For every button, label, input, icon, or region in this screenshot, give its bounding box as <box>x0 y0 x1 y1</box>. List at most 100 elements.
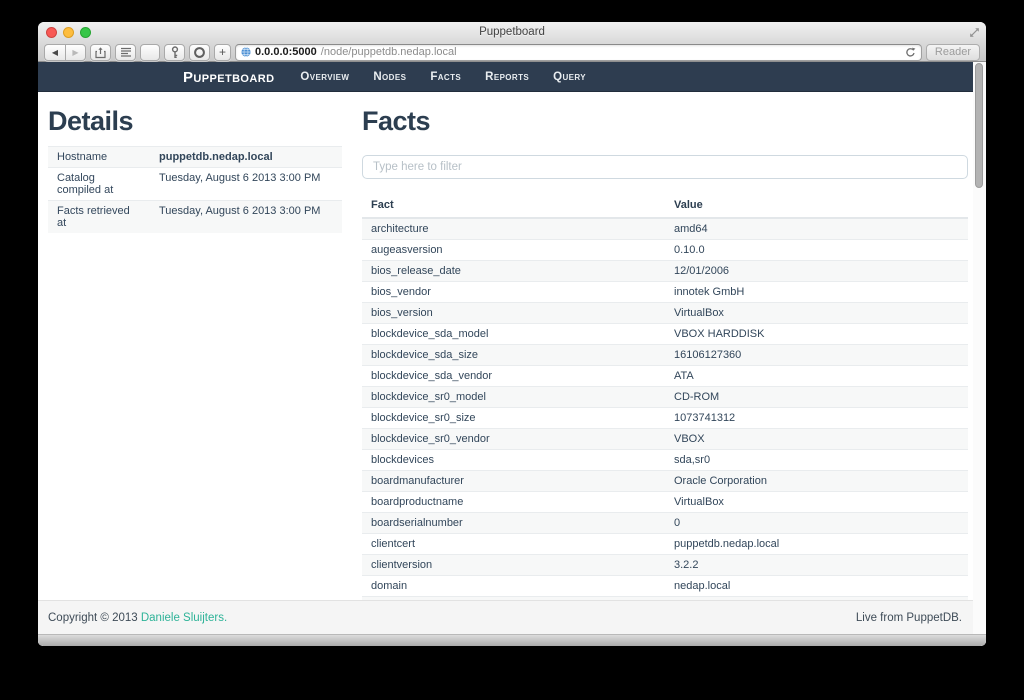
back-button[interactable]: ◀ <box>44 44 65 61</box>
nav-item: Facts <box>418 71 473 83</box>
fact-value: VirtualBox <box>665 303 968 324</box>
fact-name: clientcert <box>362 534 665 555</box>
fact-value: 1073741312 <box>665 408 968 429</box>
facts-header-row: Fact Value <box>362 195 968 218</box>
fact-name: facterversion <box>362 597 665 601</box>
fact-row: blockdevice_sr0_size 1073741312 <box>362 408 968 429</box>
fact-row: boardmanufacturer Oracle Corporation <box>362 471 968 492</box>
fact-value: puppetdb.nedap.local <box>665 534 968 555</box>
fact-value: sda,sr0 <box>665 450 968 471</box>
reading-list-icon[interactable] <box>115 44 136 61</box>
facts-section: Facts Fact Value <box>362 92 968 600</box>
navbar: Puppetboard Overview Nodes Facts Reports… <box>38 62 986 92</box>
fact-row: bios_vendor innotek GmbH <box>362 282 968 303</box>
fact-value: 0.10.0 <box>665 240 968 261</box>
nav-link[interactable]: Facts <box>418 71 473 83</box>
scrollbar-thumb[interactable] <box>975 63 983 188</box>
fact-row: clientversion 3.2.2 <box>362 555 968 576</box>
fact-name: boardserialnumber <box>362 513 665 534</box>
details-table: Hostname puppetdb.nedap.local Catalog co… <box>48 146 342 233</box>
window-status-bar <box>38 634 986 646</box>
fact-name: augeasversion <box>362 240 665 261</box>
browser-chrome: Puppetboard ◀ ▶ <box>38 22 986 62</box>
details-value: puppetdb.nedap.local <box>150 147 342 168</box>
key-icon[interactable] <box>164 44 185 61</box>
fact-row: blockdevice_sr0_model CD-ROM <box>362 387 968 408</box>
nav-items: Overview Nodes Facts Reports Query <box>288 71 598 83</box>
fact-value: amd64 <box>665 218 968 240</box>
fact-row: blockdevice_sr0_vendor VBOX <box>362 429 968 450</box>
fact-name: bios_release_date <box>362 261 665 282</box>
toolbar: ◀ ▶ <box>38 42 986 62</box>
extension-ring-icon[interactable] <box>189 44 210 61</box>
address-bar[interactable]: 0.0.0.0:5000/node/puppetdb.nedap.local <box>235 44 922 61</box>
details-label: Hostname <box>48 147 150 168</box>
page-viewport: Puppetboard Overview Nodes Facts Reports… <box>38 62 986 646</box>
details-value: Tuesday, August 6 2013 3:00 PM <box>150 168 342 201</box>
fact-row: blockdevice_sda_model VBOX HARDDISK <box>362 324 968 345</box>
browser-window: Puppetboard ◀ ▶ <box>38 22 986 646</box>
nav-link[interactable]: Nodes <box>361 71 418 83</box>
copyright: Copyright © 2013 Daniele Sluijters. <box>48 612 227 624</box>
url-host: 0.0.0.0:5000 <box>255 46 317 58</box>
reader-button[interactable]: Reader <box>926 44 980 61</box>
fact-value: Oracle Corporation <box>665 471 968 492</box>
fact-name: blockdevice_sr0_vendor <box>362 429 665 450</box>
nav-link[interactable]: Overview <box>288 71 361 83</box>
fullscreen-icon[interactable] <box>969 27 980 38</box>
titlebar: Puppetboard <box>38 22 986 42</box>
fact-name: architecture <box>362 218 665 240</box>
fact-row: boardserialnumber 0 <box>362 513 968 534</box>
fact-value: nedap.local <box>665 576 968 597</box>
fact-value: 16106127360 <box>665 345 968 366</box>
nav-link[interactable]: Query <box>541 71 598 83</box>
fact-name: clientversion <box>362 555 665 576</box>
facts-table: Fact Value architecture amd64 <box>362 195 968 600</box>
fact-row: bios_version VirtualBox <box>362 303 968 324</box>
fact-row: augeasversion 0.10.0 <box>362 240 968 261</box>
fact-row: blockdevices sda,sr0 <box>362 450 968 471</box>
facts-col-fact: Fact <box>362 195 665 218</box>
fact-value: VirtualBox <box>665 492 968 513</box>
fact-name: blockdevices <box>362 450 665 471</box>
fact-value: innotek GmbH <box>665 282 968 303</box>
live-from-puppetdb: Live from PuppetDB. <box>856 612 962 624</box>
nav-item: Reports <box>473 71 541 83</box>
history-nav-group: ◀ ▶ <box>44 44 86 61</box>
navbar-brand[interactable]: Puppetboard <box>183 69 274 86</box>
site-favicon-globe-icon <box>241 47 251 57</box>
fact-row: domain nedap.local <box>362 576 968 597</box>
author-link[interactable]: Daniele Sluijters. <box>141 612 227 624</box>
share-button[interactable] <box>90 44 111 61</box>
details-row: Catalog compiled at Tuesday, August 6 20… <box>48 168 342 201</box>
fact-row: boardproductname VirtualBox <box>362 492 968 513</box>
fact-name: boardmanufacturer <box>362 471 665 492</box>
facts-title: Facts <box>362 106 968 137</box>
facts-filter-input[interactable] <box>362 155 968 179</box>
fact-value: VBOX <box>665 429 968 450</box>
details-label: Catalog compiled at <box>48 168 150 201</box>
scrollbar-track[interactable] <box>973 62 986 634</box>
fact-value: ATA <box>665 366 968 387</box>
fact-value: 0 <box>665 513 968 534</box>
fact-row: facterversion 1.7.1 <box>362 597 968 601</box>
fact-name: blockdevice_sda_size <box>362 345 665 366</box>
fact-value: 3.2.2 <box>665 555 968 576</box>
fact-row: architecture amd64 <box>362 218 968 240</box>
url-path: /node/puppetdb.nedap.local <box>321 46 457 58</box>
details-value: Tuesday, August 6 2013 3:00 PM <box>150 201 342 234</box>
fact-row: blockdevice_sda_vendor ATA <box>362 366 968 387</box>
window-title: Puppetboard <box>38 26 986 38</box>
nav-link[interactable]: Reports <box>473 71 541 83</box>
fact-name: blockdevice_sda_model <box>362 324 665 345</box>
new-tab-button[interactable]: + <box>214 44 231 61</box>
page-content: Details Hostname puppetdb.nedap.local <box>38 92 986 600</box>
fact-row: blockdevice_sda_size 16106127360 <box>362 345 968 366</box>
fact-name: blockdevice_sda_vendor <box>362 366 665 387</box>
fact-name: domain <box>362 576 665 597</box>
fact-value: 1.7.1 <box>665 597 968 601</box>
copyright-text: Copyright © 2013 <box>48 612 141 624</box>
forward-button[interactable]: ▶ <box>65 44 86 61</box>
refresh-icon[interactable] <box>905 47 916 58</box>
blank-toolbar-button[interactable] <box>140 44 160 61</box>
